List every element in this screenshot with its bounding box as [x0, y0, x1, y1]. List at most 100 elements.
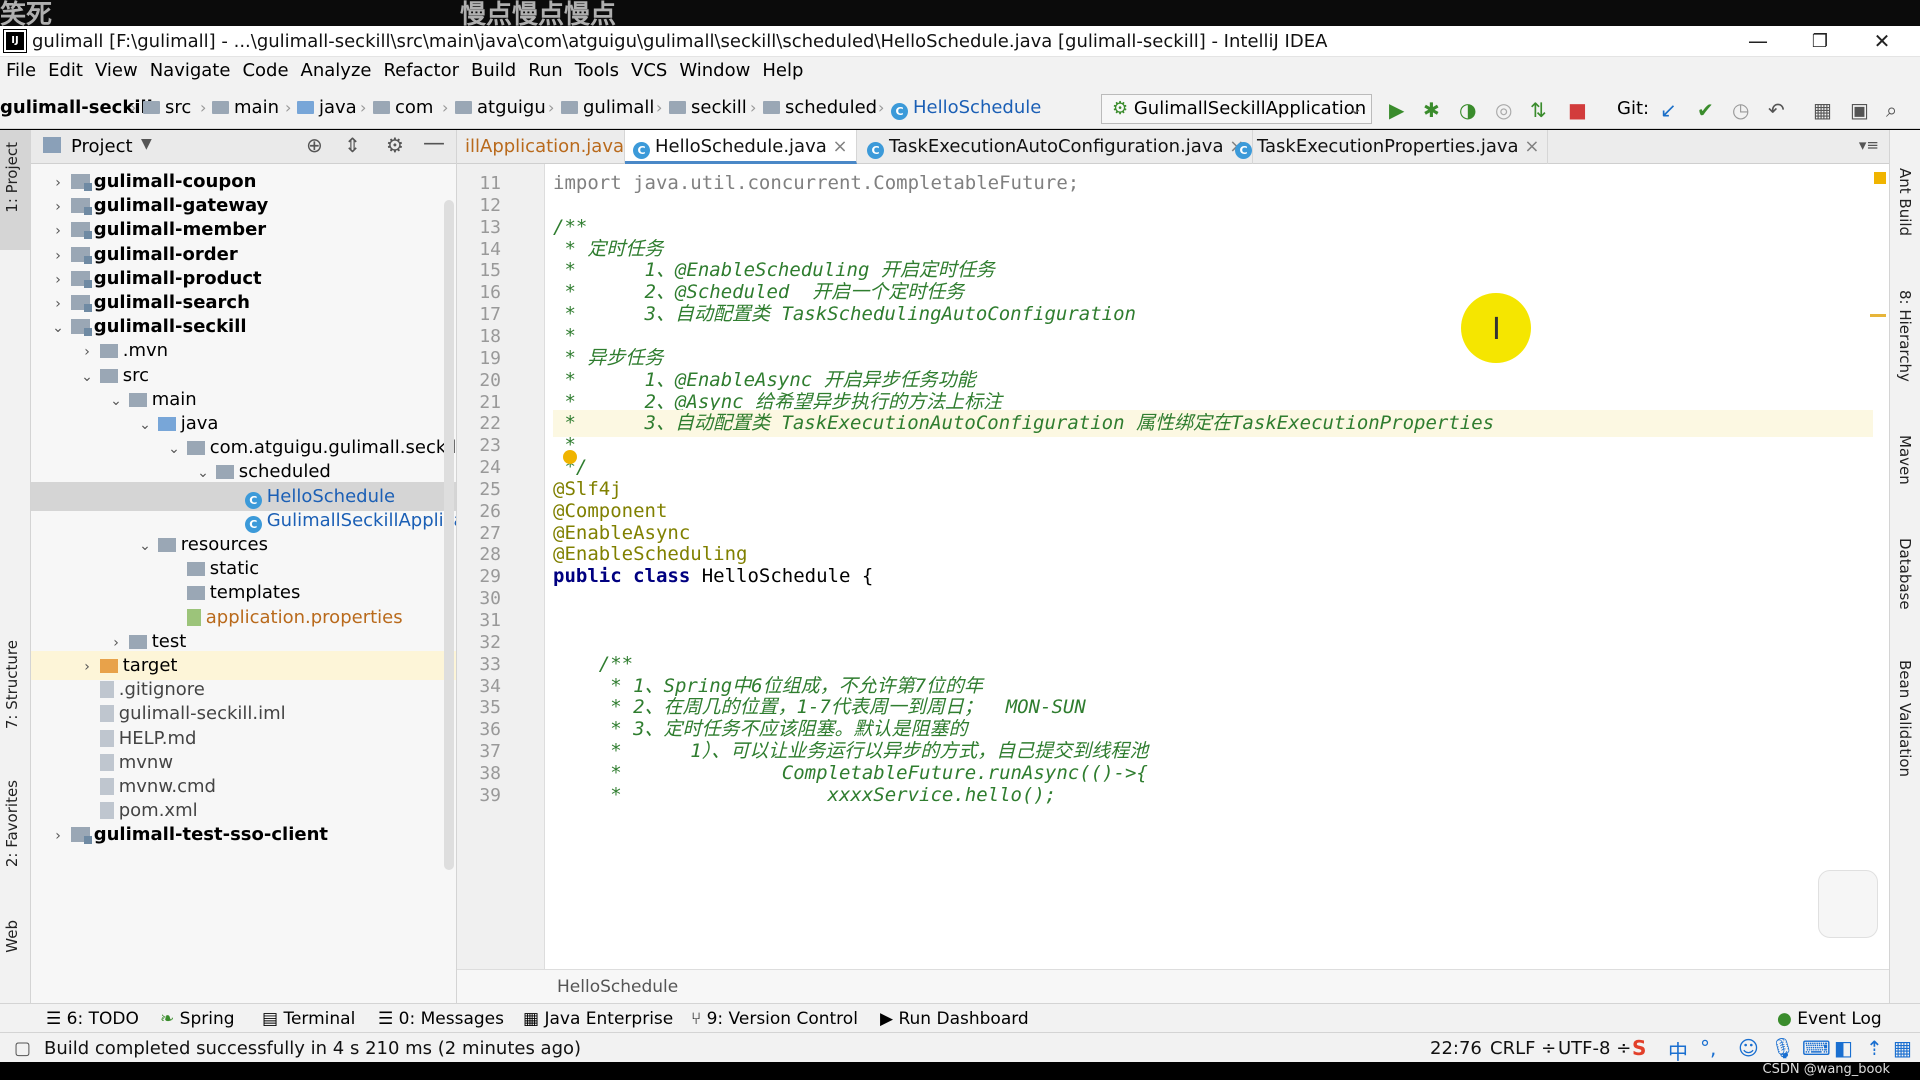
- editor-gutter: 11 12 13 14 15 16 17 18 19 20 21 22 23 24 25 26 27 28 29 30…: [457, 164, 545, 969]
- menu-navigate[interactable]: Navigate: [144, 57, 237, 81]
- event-log-tool-tab[interactable]: ● Event Log: [1777, 1009, 1882, 1029]
- tab-task-execution-auto-configuration[interactable]: CTaskExecutionAutoConfiguration.java ×: [859, 130, 1254, 164]
- ant-build-tool-tab[interactable]: Ant Build: [1896, 168, 1914, 236]
- tab-seckill-application[interactable]: illApplication.java ×: [457, 130, 625, 164]
- run-dashboard-tool-tab[interactable]: ▶ Run Dashboard: [880, 1009, 1029, 1029]
- restore-button[interactable]: ❐: [1789, 26, 1851, 57]
- nav-crumb-seckill[interactable]: seckill: [669, 97, 747, 118]
- skin-icon[interactable]: ◧: [1834, 1036, 1853, 1060]
- attach-icon[interactable]: ⇅: [1530, 98, 1547, 122]
- spring-tool-tab[interactable]: ❧ Spring: [160, 1009, 235, 1029]
- nav-crumb-class[interactable]: C HelloSchedule: [891, 97, 1041, 120]
- nav-crumb-src[interactable]: src: [143, 97, 191, 118]
- menu-tools[interactable]: Tools: [569, 57, 625, 81]
- nav-crumb-com[interactable]: com: [373, 97, 433, 118]
- todo-tool-tab[interactable]: ☰ 6: TODO: [46, 1009, 139, 1029]
- run-configuration-select[interactable]: ⚙ GulimallSeckillApplication ⌄: [1101, 94, 1372, 124]
- caret-down-icon[interactable]: ▼: [141, 136, 152, 152]
- favorites-tool-tab[interactable]: 2: Favorites: [3, 780, 21, 867]
- code-line[interactable]: * xxxxService.hello();: [553, 782, 1873, 809]
- status-toggle-icon[interactable]: ▢: [14, 1038, 31, 1059]
- maven-tool-tab[interactable]: Maven: [1896, 435, 1914, 485]
- emoji-icon[interactable]: ☺: [1738, 1036, 1759, 1060]
- menu-build[interactable]: Build: [465, 57, 522, 81]
- tab-close-icon[interactable]: ×: [833, 136, 848, 157]
- class-icon: C: [867, 142, 884, 159]
- git-update-icon[interactable]: ↙: [1660, 98, 1677, 122]
- presentation-icon[interactable]: ▣: [1850, 98, 1869, 122]
- nav-crumb-java[interactable]: java: [297, 97, 357, 118]
- tab-task-execution-properties[interactable]: C TaskExecutionProperties.java ×: [1227, 130, 1549, 164]
- hierarchy-tool-tab[interactable]: 8: Hierarchy: [1896, 290, 1914, 382]
- microphone-icon[interactable]: 🎙: [1770, 1036, 1795, 1060]
- minimize-button[interactable]: —: [1727, 26, 1789, 57]
- menu-file[interactable]: File: [0, 57, 42, 81]
- tab-hello-schedule[interactable]: C HelloSchedule.java ×: [625, 130, 857, 164]
- messages-tool-tab[interactable]: ☰ 0: Messages: [378, 1009, 504, 1029]
- sogou-ime-icon[interactable]: S: [1632, 1036, 1646, 1060]
- history-icon[interactable]: ◷: [1732, 98, 1749, 122]
- nav-crumb-main[interactable]: main: [212, 97, 279, 118]
- coverage-icon[interactable]: ◑: [1459, 98, 1476, 122]
- tab-list-icon[interactable]: ▾≡: [1859, 136, 1879, 154]
- toolbox-icon[interactable]: ⇡: [1866, 1036, 1883, 1060]
- left-tool-strip: 1: Project 7: Structure 2: Favorites Web: [0, 130, 31, 1003]
- warning-marker-icon[interactable]: [1874, 172, 1886, 184]
- menu-view[interactable]: View: [89, 57, 144, 81]
- grid-icon[interactable]: ▦: [1893, 1036, 1912, 1060]
- gear-icon[interactable]: ⚙: [386, 133, 404, 157]
- nav-crumb-scheduled[interactable]: scheduled: [763, 97, 877, 118]
- locate-icon[interactable]: ⊕: [306, 133, 323, 157]
- chevron-right-icon[interactable]: ›: [51, 822, 65, 851]
- keyboard-icon[interactable]: ⌨: [1802, 1036, 1831, 1060]
- menu-window[interactable]: Window: [673, 57, 756, 81]
- code-area[interactable]: import java.util.concurrent.CompletableF…: [553, 164, 1873, 969]
- terminal-tool-tab[interactable]: ▤ Terminal: [262, 1009, 355, 1029]
- tree-item-label: gulimall-coupon: [93, 171, 257, 192]
- scroll-marker[interactable]: [1870, 314, 1886, 317]
- caret-position[interactable]: 22:76: [1430, 1038, 1482, 1059]
- punctuation-icon[interactable]: °,: [1700, 1036, 1716, 1060]
- module-icon: [70, 270, 92, 288]
- hide-panel-icon[interactable]: —: [423, 131, 445, 156]
- web-tool-tab[interactable]: Web: [3, 920, 21, 953]
- profile-icon[interactable]: ◎: [1495, 98, 1512, 122]
- editor-breadcrumb[interactable]: HelloSchedule: [457, 969, 1889, 1003]
- tab-close-icon[interactable]: ×: [1524, 136, 1539, 157]
- menu-code[interactable]: Code: [236, 57, 294, 81]
- menu-refactor[interactable]: Refactor: [377, 57, 465, 81]
- nav-crumb-atguigu[interactable]: atguigu: [455, 97, 546, 118]
- menu-run[interactable]: Run: [522, 57, 569, 81]
- line-separator[interactable]: CRLF ÷: [1490, 1038, 1556, 1059]
- structure-tool-tab[interactable]: 7: Structure: [3, 640, 21, 729]
- nav-crumb-gulimall[interactable]: gulimall: [561, 97, 654, 118]
- database-tool-tab[interactable]: Database: [1896, 538, 1914, 610]
- project-view-select[interactable]: Project: [71, 136, 133, 157]
- close-button[interactable]: ✕: [1851, 26, 1913, 57]
- menu-edit[interactable]: Edit: [42, 57, 89, 81]
- intention-bulb-icon[interactable]: [563, 450, 577, 464]
- project-structure-icon[interactable]: ▦: [1813, 98, 1832, 122]
- menu-help[interactable]: Help: [756, 57, 809, 81]
- debug-icon[interactable]: ✱: [1423, 98, 1440, 122]
- git-commit-icon[interactable]: ✔: [1697, 98, 1714, 122]
- tree-item-label: gulimall-product: [93, 267, 262, 289]
- search-icon[interactable]: ⌕: [1886, 98, 1897, 122]
- spring-boot-icon: ⚙: [1112, 98, 1134, 119]
- project-scrollbar[interactable]: [444, 200, 454, 870]
- stop-icon[interactable]: ■: [1568, 98, 1587, 122]
- project-tool-tab[interactable]: 1: Project: [3, 142, 21, 213]
- run-icon[interactable]: ▶: [1389, 98, 1404, 122]
- file-encoding[interactable]: UTF-8 ÷: [1558, 1038, 1631, 1059]
- collapse-all-icon[interactable]: ⇕: [344, 133, 361, 157]
- bean-validation-tool-tab[interactable]: Bean Validation: [1896, 660, 1914, 777]
- java-enterprise-tool-tab[interactable]: ▦ Java Enterprise: [523, 1009, 673, 1029]
- ime-mode[interactable]: 中: [1668, 1036, 1688, 1065]
- revert-icon[interactable]: ↶: [1768, 98, 1785, 122]
- play-overlay-icon[interactable]: [1818, 870, 1878, 938]
- menu-analyze[interactable]: Analyze: [295, 57, 378, 81]
- menu-vcs[interactable]: VCS: [625, 57, 673, 81]
- tree-item-label: application.properties: [205, 606, 403, 628]
- tree-item[interactable]: › gulimall-test-sso-client: [31, 820, 456, 851]
- version-control-tool-tab[interactable]: ⑂ 9: Version Control: [691, 1009, 858, 1029]
